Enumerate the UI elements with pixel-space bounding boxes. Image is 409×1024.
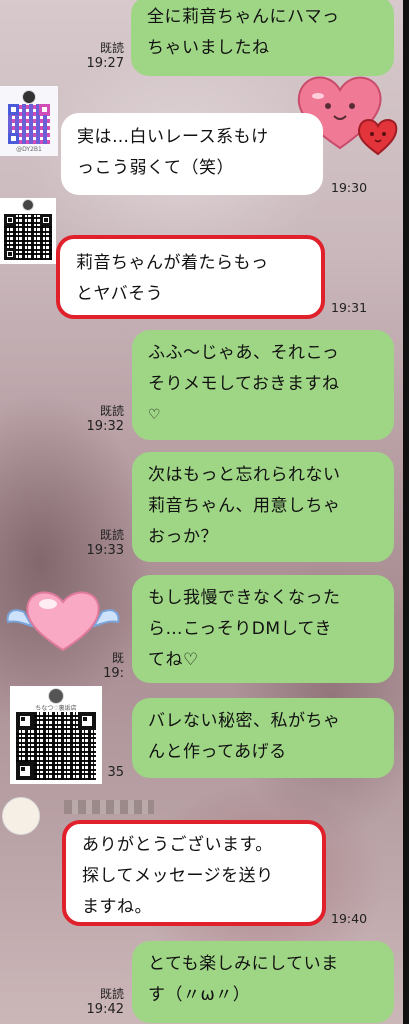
- message-meta: 既読 19:33: [78, 527, 124, 559]
- read-status: 既: [111, 651, 124, 665]
- message-line: 全に莉音ちゃんにハマっ: [147, 7, 340, 27]
- message-line: ちゃいましたね: [147, 38, 270, 58]
- message-bubble-mine: とても楽しみにしていま す（〃ω〃）: [132, 941, 394, 1023]
- timestamp: 19:42: [86, 1002, 124, 1017]
- qr-code-avatar[interactable]: [0, 198, 56, 264]
- message-bubble-mine: バレない秘密、私がちゃ んと作ってあげる: [132, 698, 394, 778]
- message-line: そりメモしておきますね: [148, 374, 340, 394]
- message-line: とヤバそう: [76, 284, 164, 304]
- qr-caption: ちなつ♡裏垢店: [35, 705, 77, 712]
- qr-caption: @DY2B1: [16, 146, 42, 153]
- message-meta: 既読 19:27: [78, 40, 124, 72]
- timestamp: 19:27: [86, 56, 124, 71]
- message-meta: 既読 19:42: [78, 986, 124, 1018]
- message-bubble-mine: ふふ～じゃあ、それこっ そりメモしておきますね ♡: [132, 330, 394, 440]
- qr-code-avatar[interactable]: @DY2B1: [0, 86, 58, 156]
- message-line: とても楽しみにしていま: [148, 954, 339, 974]
- message-line: んと作ってあげる: [148, 742, 287, 762]
- message-meta: 35: [102, 765, 124, 781]
- timestamp: 19:32: [86, 419, 124, 434]
- message-line: 莉音ちゃんが着たらもっ: [76, 253, 269, 273]
- message-line: バレない秘密、私がちゃ: [148, 711, 341, 731]
- winged-heart-sticker: [6, 591, 120, 652]
- timestamp: 19:33: [86, 543, 124, 558]
- timestamp: 19:30: [331, 180, 368, 195]
- message-line: す（〃ω〃）: [148, 985, 251, 1005]
- message-line: 莉音ちゃん、用意しちゃ: [148, 496, 341, 516]
- message-meta: 既読 19:32: [78, 403, 124, 435]
- message-line: ら…こっそりDMしてき: [148, 619, 333, 639]
- message-line: ありがとうございます。: [82, 835, 273, 855]
- message-line: ふふ～じゃあ、それこっ: [148, 343, 340, 363]
- qr-code-image[interactable]: ちなつ♡裏垢店: [10, 686, 102, 784]
- message-bubble-theirs-highlighted: 莉音ちゃんが着たらもっ とヤバそう: [56, 235, 325, 319]
- read-status: 既読: [99, 987, 124, 1001]
- message-line: 次はもっと忘れられない: [148, 465, 341, 485]
- timestamp: 35: [107, 765, 124, 780]
- message-bubble-theirs: 実は…白いレース系もけ っこう弱くて（笑）: [61, 113, 323, 195]
- message-bubble-mine: もし我慢できなくなった ら…こっそりDMしてき てね♡: [132, 575, 394, 683]
- message-line: 実は…白いレース系もけ: [77, 127, 269, 147]
- message-meta: 既 19:: [78, 650, 124, 682]
- read-status: 既読: [99, 528, 124, 542]
- message-line: ♡: [148, 407, 162, 423]
- message-line: てね♡: [148, 650, 199, 670]
- message-line: っこう弱くて（笑）: [77, 158, 234, 178]
- message-bubble-mine: 次はもっと忘れられない 莉音ちゃん、用意しちゃ おっか？: [132, 452, 394, 562]
- message-line: おっか？: [148, 527, 218, 547]
- blurred-sender-name: [64, 800, 154, 814]
- timestamp: 19:31: [331, 300, 368, 315]
- timestamp: 19:40: [331, 911, 368, 926]
- avatar[interactable]: [2, 797, 40, 835]
- message-line: もし我慢できなくなった: [148, 588, 341, 608]
- message-bubble-theirs-highlighted: ありがとうございます。 探してメッセージを送り ますね。: [62, 820, 326, 926]
- message-line: 探してメッセージを送り: [82, 866, 274, 886]
- read-status: 既読: [99, 404, 124, 418]
- timestamp: 19:: [103, 666, 124, 681]
- message-line: ますね。: [82, 897, 152, 917]
- read-status: 既読: [99, 41, 124, 55]
- message-bubble-mine: 全に莉音ちゃんにハマっ ちゃいましたね: [131, 0, 394, 76]
